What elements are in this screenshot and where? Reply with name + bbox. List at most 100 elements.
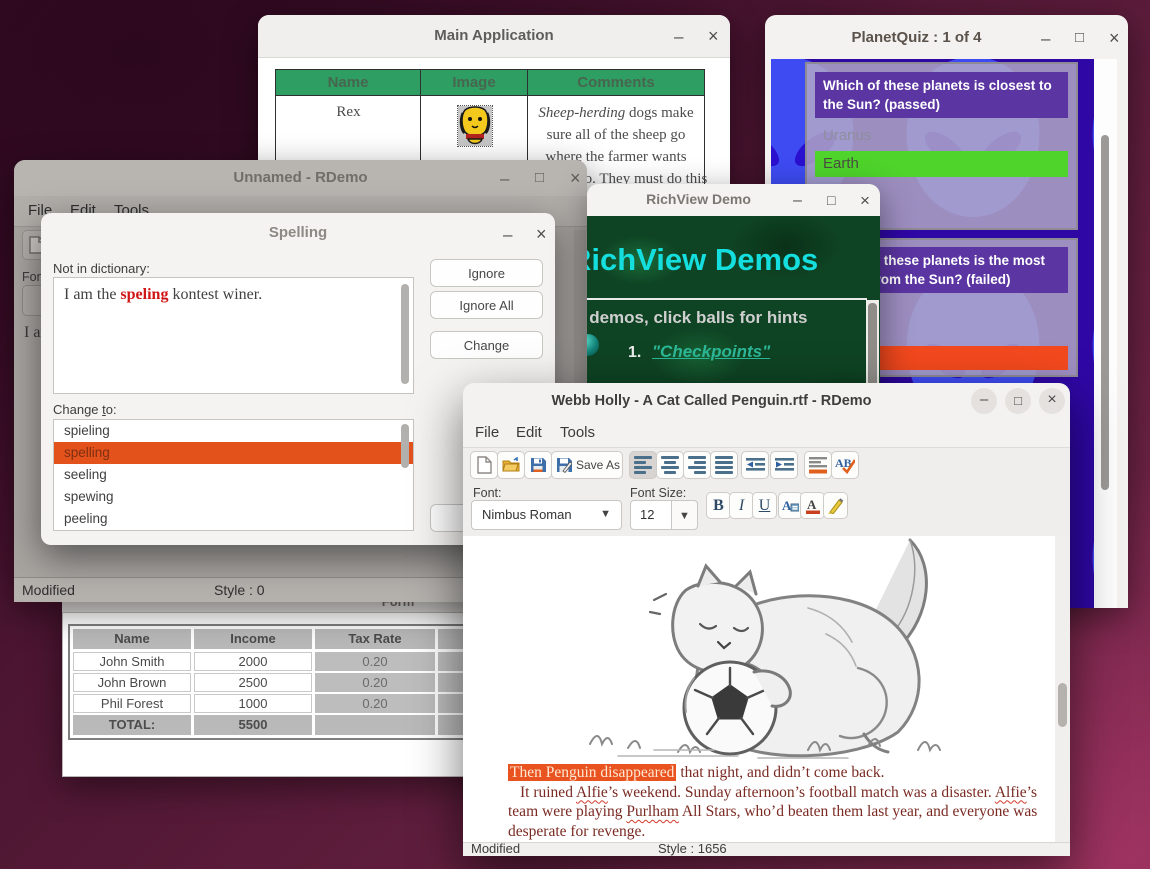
open-file-button[interactable] xyxy=(497,451,525,479)
text-color-icon: A xyxy=(806,498,820,514)
suggestion-item[interactable]: seeling xyxy=(54,464,413,486)
cell[interactable]: 0.20 xyxy=(315,652,435,671)
minimize-icon[interactable]: – xyxy=(793,193,802,209)
question-1-line1: Which of these planets is closest to xyxy=(823,76,1060,95)
hint-subtitle: Click links for demos, click balls for h… xyxy=(587,308,807,328)
underline-button[interactable]: U xyxy=(752,492,777,519)
suggestion-item-selected[interactable]: spelling xyxy=(54,442,413,464)
save-as-button[interactable]: Save As xyxy=(551,451,623,479)
font-combobox[interactable]: Nimbus Roman ▼ xyxy=(471,500,622,530)
comment-line2: sure all of the sheep go xyxy=(528,124,704,146)
close-icon[interactable]: × xyxy=(570,169,581,187)
col-header-name: Name xyxy=(276,70,421,96)
checkpoints-link[interactable]: "Checkpoints" xyxy=(652,342,770,362)
align-left-button[interactable] xyxy=(629,451,657,479)
change-to-pre: Change xyxy=(53,402,102,417)
cell[interactable]: John Smith xyxy=(73,652,191,671)
maximize-icon[interactable]: □ xyxy=(535,170,544,185)
font-size-dropdown-button[interactable]: ▼ xyxy=(671,500,698,530)
close-icon[interactable]: × xyxy=(708,27,719,45)
status-style: Style : 0 xyxy=(214,582,265,598)
suggestion-item[interactable]: spewing xyxy=(54,486,413,508)
quiz-scrollbar[interactable] xyxy=(1094,59,1117,608)
minimize-icon[interactable]: – xyxy=(500,170,509,187)
col-header-comments: Comments xyxy=(528,70,704,96)
question-1-line2: the Sun? (passed) xyxy=(823,95,1060,114)
align-center-button[interactable] xyxy=(656,451,684,479)
text-color-button[interactable]: A xyxy=(800,492,825,519)
sentence-part2: kontest winer. xyxy=(168,286,262,303)
cell[interactable]: 2500 xyxy=(194,673,312,692)
align-right-button[interactable] xyxy=(683,451,711,479)
close-icon[interactable]: × xyxy=(1109,29,1120,47)
ignore-all-button[interactable]: Ignore All xyxy=(430,291,543,319)
menu-edit[interactable]: Edit xyxy=(516,424,542,441)
scrollbar-thumb[interactable] xyxy=(401,284,409,384)
highlighted-text: Then Penguin disappeared xyxy=(508,764,676,781)
indent-icon xyxy=(775,457,794,473)
scrollbar-thumb[interactable] xyxy=(1058,683,1067,727)
suggestion-item[interactable]: spieling xyxy=(54,420,413,442)
indent-button[interactable] xyxy=(770,451,798,479)
misspelled-alfie: Alfie xyxy=(576,784,608,801)
new-document-button[interactable] xyxy=(470,451,498,479)
cell[interactable]: John Brown xyxy=(73,673,191,692)
ignore-button[interactable]: Ignore xyxy=(430,259,543,287)
document-text[interactable]: Then Penguin disappeared that night, and… xyxy=(508,763,1048,841)
close-button[interactable]: × xyxy=(1039,388,1065,414)
line4: desperate for revenge. xyxy=(508,822,1048,842)
th-name: Name xyxy=(73,629,191,649)
option-earth[interactable]: Earth xyxy=(815,151,1068,177)
cell[interactable]: 0.20 xyxy=(315,694,435,713)
misspelled-textbox[interactable]: I am the speling kontest winer. xyxy=(53,277,414,394)
bold-button[interactable]: B xyxy=(706,492,731,519)
hint-ball-icon[interactable] xyxy=(587,334,599,356)
not-in-dictionary-label: Not in dictionary: xyxy=(53,261,150,276)
comment-italic: Sheep-herding xyxy=(538,105,625,121)
italic-button[interactable]: I xyxy=(729,492,754,519)
line2-c: ’s xyxy=(1027,784,1037,801)
document-scrollbar[interactable] xyxy=(1055,536,1070,843)
suggestions-listbox[interactable]: spieling spelling seeling spewing peelin… xyxy=(53,419,414,531)
close-icon[interactable]: × xyxy=(860,192,870,209)
highlight-color-button[interactable] xyxy=(823,492,848,519)
cell[interactable]: 1000 xyxy=(194,694,312,713)
open-folder-icon xyxy=(502,457,520,473)
status-style: Style : 1656 xyxy=(658,841,727,856)
maximize-icon[interactable]: □ xyxy=(1075,30,1084,45)
font-size-label: Font Size: xyxy=(630,486,686,500)
scrollbar-thumb[interactable] xyxy=(1101,135,1109,490)
close-icon[interactable]: × xyxy=(536,225,547,243)
divider-line xyxy=(587,298,867,300)
cell[interactable]: 2000 xyxy=(194,652,312,671)
dog-icon[interactable] xyxy=(458,106,492,146)
maximize-icon[interactable]: □ xyxy=(827,193,835,207)
scrollbar-thumb[interactable] xyxy=(401,424,409,468)
change-button[interactable]: Change xyxy=(430,331,543,359)
chevron-down-icon: ▼ xyxy=(679,510,690,522)
justify-button[interactable] xyxy=(710,451,738,479)
cell[interactable]: Phil Forest xyxy=(73,694,191,713)
chevron-down-icon[interactable]: ▼ xyxy=(600,508,611,520)
option-uranus[interactable]: Uranus xyxy=(823,127,871,144)
font-label: Font: xyxy=(473,486,502,500)
minimize-icon[interactable]: – xyxy=(1041,30,1050,47)
maximize-button[interactable]: □ xyxy=(1005,388,1031,414)
menu-file[interactable]: File xyxy=(475,424,499,441)
paragraph-color-button[interactable] xyxy=(804,451,832,479)
font-size-input[interactable]: 12 xyxy=(630,500,672,530)
save-button[interactable] xyxy=(524,451,552,479)
minimize-button[interactable]: – xyxy=(971,388,997,414)
outdent-button[interactable] xyxy=(741,451,769,479)
minimize-icon[interactable]: – xyxy=(503,226,512,243)
document-area[interactable]: Then Penguin disappeared that night, and… xyxy=(463,536,1070,843)
suggestion-item[interactable]: peeling xyxy=(54,508,413,530)
th-income: Income xyxy=(194,629,312,649)
spellcheck-button[interactable]: AB xyxy=(831,451,859,479)
cell-name[interactable]: Rex xyxy=(276,104,421,121)
svg-text:A: A xyxy=(807,498,817,512)
total-label: TOTAL: xyxy=(73,715,191,735)
minimize-icon[interactable]: – xyxy=(674,28,683,45)
menu-tools[interactable]: Tools xyxy=(560,424,595,441)
cell[interactable]: 0.20 xyxy=(315,673,435,692)
